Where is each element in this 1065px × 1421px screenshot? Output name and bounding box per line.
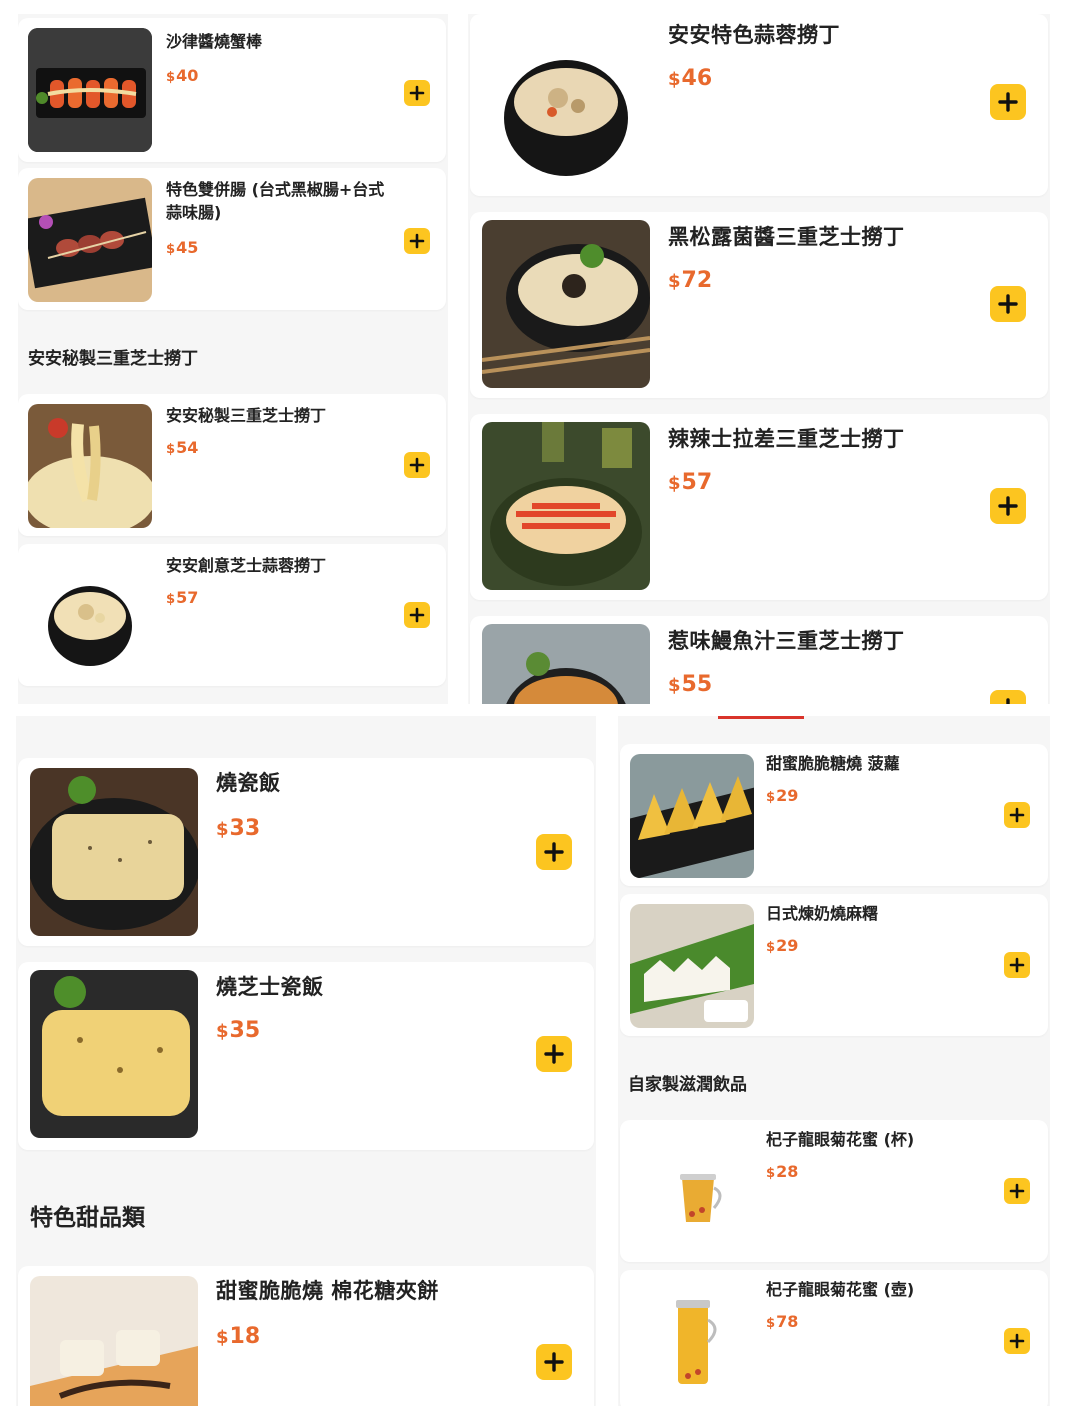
menu-item-card[interactable]: 惹味鰻魚汁三重芝士撈丁 $55 — [470, 616, 1048, 704]
item-name: 燒芝士瓷飯 — [216, 975, 324, 999]
item-price: $33 — [216, 816, 261, 841]
menu-item-card[interactable]: 燒芝士瓷飯 $35 — [18, 962, 594, 1150]
item-price: $57 — [166, 588, 199, 607]
item-price: $55 — [668, 672, 713, 697]
add-to-cart-button[interactable] — [404, 602, 430, 628]
item-price: $28 — [766, 1162, 799, 1181]
plus-icon — [1006, 698, 1010, 704]
menu-item-card[interactable]: 安安特色蒜蓉撈丁 $46 — [470, 14, 1048, 196]
add-to-cart-button[interactable] — [404, 80, 430, 106]
item-name: 辣辣士拉差三重芝士撈丁 — [668, 427, 905, 451]
plus-icon — [998, 496, 1018, 516]
crab-stick-photo — [28, 28, 152, 152]
add-to-cart-button[interactable] — [536, 1036, 572, 1072]
item-price: $18 — [216, 1324, 261, 1349]
plus-icon — [1009, 1333, 1025, 1349]
plus-icon — [409, 607, 425, 623]
plus-icon — [1009, 957, 1025, 973]
add-to-cart-button[interactable] — [1004, 1178, 1030, 1204]
add-to-cart-button[interactable] — [1004, 1328, 1030, 1354]
add-to-cart-button[interactable] — [536, 834, 572, 870]
item-price: $57 — [668, 470, 713, 495]
menu-item-card[interactable]: 黑松露菌醬三重芝士撈丁 $72 — [470, 212, 1048, 398]
garlic-noodle-bowl-photo — [482, 26, 650, 194]
menu-item-card[interactable]: 日式煉奶燒麻糬 $29 — [620, 894, 1048, 1036]
add-to-cart-button[interactable] — [990, 84, 1026, 120]
eel-noodle-photo — [482, 624, 650, 704]
sausage-platter-photo — [28, 178, 152, 302]
menu-panel-top-left: 沙律醬燒蟹棒 $40 特色雙併腸 (台式黑椒腸+台式蒜味腸) $45 安安秘製三… — [18, 14, 448, 704]
menu-panel-bottom-left: 燒瓷飯 $33 燒芝士瓷飯 $35 特色甜品類 甜蜜脆脆燒 棉花糖夾餅 $18 — [16, 716, 596, 1406]
item-name: 杞子龍眼菊花蜜 (杯) — [766, 1130, 915, 1149]
item-name: 安安創意芝士蒜蓉撈丁 — [166, 556, 327, 575]
add-to-cart-button[interactable] — [990, 286, 1026, 322]
menu-item-card[interactable]: 安安創意芝士蒜蓉撈丁 $57 — [18, 544, 446, 686]
plus-icon — [544, 1044, 564, 1064]
menu-panel-bottom-right: 甜蜜脆脆糖燒 菠蘿 $29 日式煉奶燒麻糬 $29 自家製滋潤飲品 杞子龍眼菊花… — [618, 716, 1050, 1406]
add-to-cart-button[interactable] — [404, 228, 430, 254]
item-name: 杞子龍眼菊花蜜 (壺) — [766, 1280, 915, 1299]
section-title: 特色甜品類 — [30, 1205, 145, 1231]
scroll-indicator — [718, 716, 804, 719]
add-to-cart-button[interactable] — [990, 488, 1026, 524]
cheese-baked-rice-photo — [30, 970, 198, 1138]
caramel-pineapple-photo — [630, 754, 754, 878]
menu-panel-top-right: 安安特色蒜蓉撈丁 $46 黑松露菌醬三重芝士撈丁 $72 辣辣士拉差三重芝士撈丁… — [468, 14, 1050, 704]
menu-item-card[interactable]: 燒瓷飯 $33 — [18, 758, 594, 946]
item-price: $46 — [668, 66, 713, 91]
herbal-tea-pot-photo — [630, 1280, 754, 1404]
menu-item-card[interactable]: 杞子龍眼菊花蜜 (杯) $28 — [620, 1120, 1048, 1262]
plus-icon — [1009, 1183, 1025, 1199]
item-price: $29 — [766, 786, 799, 805]
add-to-cart-button[interactable] — [536, 1344, 572, 1380]
plus-icon — [998, 92, 1018, 112]
section-title: 自家製滋潤飲品 — [628, 1075, 747, 1095]
sriracha-noodle-photo — [482, 422, 650, 590]
add-to-cart-button[interactable] — [1004, 952, 1030, 978]
menu-item-card[interactable]: 杞子龍眼菊花蜜 (壺) $78 — [620, 1270, 1048, 1406]
truffle-noodle-photo — [482, 220, 650, 388]
section-title: 安安秘製三重芝士撈丁 — [28, 349, 198, 369]
plus-icon — [409, 457, 425, 473]
item-name: 甜蜜脆脆糖燒 菠蘿 — [766, 754, 900, 773]
add-to-cart-button[interactable] — [1004, 802, 1030, 828]
item-name: 日式煉奶燒麻糬 — [766, 904, 879, 923]
menu-item-card[interactable]: 辣辣士拉差三重芝士撈丁 $57 — [470, 414, 1048, 600]
baked-rice-photo — [30, 768, 198, 936]
plus-icon — [409, 85, 425, 101]
garlic-noodle-bowl-photo — [28, 554, 152, 678]
marshmallow-dessert-photo — [30, 1276, 198, 1406]
item-price: $78 — [766, 1312, 799, 1331]
menu-item-card[interactable]: 特色雙併腸 (台式黑椒腸+台式蒜味腸) $45 — [18, 168, 446, 310]
item-price: $45 — [166, 238, 199, 257]
item-price: $35 — [216, 1018, 261, 1043]
item-name: 沙律醬燒蟹棒 — [166, 32, 263, 51]
item-price: $40 — [166, 66, 199, 85]
menu-item-card[interactable]: 甜蜜脆脆糖燒 菠蘿 $29 — [620, 744, 1048, 886]
item-name: 燒瓷飯 — [216, 771, 281, 795]
item-name: 特色雙併腸 (台式黑椒腸+台式蒜味腸) — [166, 180, 385, 223]
menu-item-card[interactable]: 甜蜜脆脆燒 棉花糖夾餅 $18 — [18, 1266, 594, 1406]
item-name: 安安特色蒜蓉撈丁 — [668, 23, 840, 47]
item-name: 安安秘製三重芝士撈丁 — [166, 406, 327, 425]
menu-item-card[interactable]: 沙律醬燒蟹棒 $40 — [18, 18, 446, 162]
plus-icon — [998, 294, 1018, 314]
add-to-cart-button[interactable] — [990, 690, 1026, 704]
item-name: 甜蜜脆脆燒 棉花糖夾餅 — [216, 1279, 439, 1303]
cheese-noodle-photo — [28, 404, 152, 528]
item-price: $29 — [766, 936, 799, 955]
plus-icon — [1009, 807, 1025, 823]
add-to-cart-button[interactable] — [404, 452, 430, 478]
mochi-photo — [630, 904, 754, 1028]
item-price: $72 — [668, 268, 713, 293]
item-price: $54 — [166, 438, 199, 457]
plus-icon — [544, 1352, 564, 1372]
herbal-tea-cup-photo — [630, 1130, 754, 1254]
plus-icon — [544, 842, 564, 862]
menu-item-card[interactable]: 安安秘製三重芝士撈丁 $54 — [18, 394, 446, 536]
item-name: 惹味鰻魚汁三重芝士撈丁 — [668, 629, 905, 653]
plus-icon — [409, 233, 425, 249]
item-name: 黑松露菌醬三重芝士撈丁 — [668, 225, 905, 249]
